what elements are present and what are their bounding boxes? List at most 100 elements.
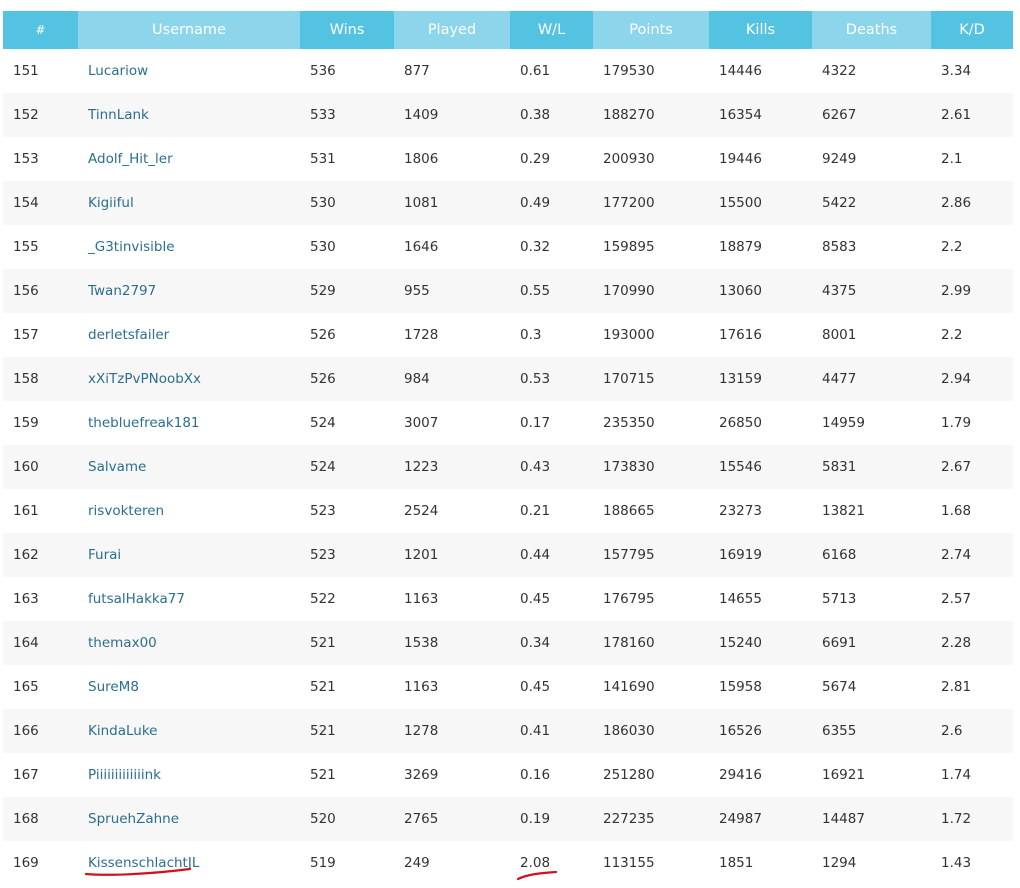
cell-rank: 155 <box>3 225 78 269</box>
username-link[interactable]: SpruehZahne <box>88 811 179 827</box>
col-wins-header[interactable]: Wins <box>300 11 394 49</box>
cell-wl: 0.53 <box>510 357 593 401</box>
cell-wl: 0.41 <box>510 709 593 753</box>
col-played-header[interactable]: Played <box>394 11 510 49</box>
cell-kd: 2.74 <box>931 533 1013 577</box>
cell-rank: 158 <box>3 357 78 401</box>
cell-rank: 162 <box>3 533 78 577</box>
cell-kd: 2.81 <box>931 665 1013 709</box>
username-link[interactable]: Kigiiful <box>88 195 134 211</box>
cell-kd: 3.34 <box>931 49 1013 93</box>
col-wl-header[interactable]: W/L <box>510 11 593 49</box>
cell-deaths: 1294 <box>812 841 931 885</box>
cell-played: 1806 <box>394 137 510 181</box>
cell-rank: 164 <box>3 621 78 665</box>
cell-points: 173830 <box>593 445 709 489</box>
cell-wl: 0.45 <box>510 577 593 621</box>
cell-kills: 15240 <box>709 621 812 665</box>
username-link[interactable]: thebluefreak181 <box>88 415 200 431</box>
cell-kd: 1.74 <box>931 753 1013 797</box>
username-link[interactable]: xXiTzPvPNoobXx <box>88 371 201 387</box>
cell-wl: 0.29 <box>510 137 593 181</box>
cell-deaths: 6267 <box>812 93 931 137</box>
cell-wins: 529 <box>300 269 394 313</box>
username-link[interactable]: Lucariow <box>88 63 148 79</box>
username-link[interactable]: risvokteren <box>88 503 164 519</box>
cell-kills: 24987 <box>709 797 812 841</box>
col-points-header[interactable]: Points <box>593 11 709 49</box>
cell-played: 1409 <box>394 93 510 137</box>
cell-played: 955 <box>394 269 510 313</box>
cell-wins: 521 <box>300 665 394 709</box>
cell-played: 249 <box>394 841 510 885</box>
cell-played: 1201 <box>394 533 510 577</box>
username-link[interactable]: Piiiiiiiiiiiiink <box>88 767 161 783</box>
cell-deaths: 9249 <box>812 137 931 181</box>
cell-wins: 524 <box>300 445 394 489</box>
username-link[interactable]: themax00 <box>88 635 157 651</box>
username-link[interactable]: Furai <box>88 547 121 563</box>
username-link[interactable]: Twan2797 <box>88 283 156 299</box>
cell-points: 113155 <box>593 841 709 885</box>
cell-kills: 17616 <box>709 313 812 357</box>
username-link[interactable]: KindaLuke <box>88 723 157 739</box>
cell-deaths: 4322 <box>812 49 931 93</box>
cell-points: 251280 <box>593 753 709 797</box>
cell-wl: 0.55 <box>510 269 593 313</box>
username-link[interactable]: SureM8 <box>88 679 139 695</box>
cell-deaths: 4477 <box>812 357 931 401</box>
cell-wins: 526 <box>300 313 394 357</box>
cell-deaths: 6691 <box>812 621 931 665</box>
username-link[interactable]: TinnLank <box>88 107 149 123</box>
cell-kills: 19446 <box>709 137 812 181</box>
table-row: 155 _G3tinvisible 530 1646 0.32 159895 18879 85… <box>3 225 1013 269</box>
leaderboard-table: # Username Wins Played W/L Points Kills … <box>3 11 1013 885</box>
username-link[interactable]: KissenschlachtJL <box>88 855 199 871</box>
header-row: # Username Wins Played W/L Points Kills … <box>3 11 1013 49</box>
cell-wl: 0.43 <box>510 445 593 489</box>
cell-kills: 15958 <box>709 665 812 709</box>
table-row: 153 Adolf_Hit_ler 531 1806 0.29 200930 19446 92… <box>3 137 1013 181</box>
table-body: 151 Lucariow 536 877 0.61 179530 14446 4322 3.34… <box>3 49 1013 885</box>
cell-played: 1646 <box>394 225 510 269</box>
col-kd-header[interactable]: K/D <box>931 11 1013 49</box>
cell-kd: 1.79 <box>931 401 1013 445</box>
cell-kills: 14446 <box>709 49 812 93</box>
cell-rank: 167 <box>3 753 78 797</box>
cell-points: 186030 <box>593 709 709 753</box>
col-rank-header[interactable]: # <box>3 11 78 49</box>
cell-username: themax00 <box>78 621 300 665</box>
username-link[interactable]: derletsfailer <box>88 327 169 343</box>
cell-rank: 151 <box>3 49 78 93</box>
cell-points: 177200 <box>593 181 709 225</box>
cell-kills: 23273 <box>709 489 812 533</box>
cell-username: derletsfailer <box>78 313 300 357</box>
cell-deaths: 14487 <box>812 797 931 841</box>
cell-points: 159895 <box>593 225 709 269</box>
cell-kd: 1.72 <box>931 797 1013 841</box>
table-row: 164 themax00 521 1538 0.34 178160 15240 6691 2.2… <box>3 621 1013 665</box>
cell-kd: 2.67 <box>931 445 1013 489</box>
cell-kills: 1851 <box>709 841 812 885</box>
col-kills-header[interactable]: Kills <box>709 11 812 49</box>
cell-rank: 159 <box>3 401 78 445</box>
username-link[interactable]: Salvame <box>88 459 146 475</box>
cell-kills: 16526 <box>709 709 812 753</box>
cell-kd: 2.2 <box>931 313 1013 357</box>
cell-points: 157795 <box>593 533 709 577</box>
cell-kd: 2.2 <box>931 225 1013 269</box>
username-link[interactable]: futsalHakka77 <box>88 591 185 607</box>
cell-wl: 0.16 <box>510 753 593 797</box>
table-header: # Username Wins Played W/L Points Kills … <box>3 11 1013 49</box>
cell-rank: 161 <box>3 489 78 533</box>
col-username-header[interactable]: Username <box>78 11 300 49</box>
col-deaths-header[interactable]: Deaths <box>812 11 931 49</box>
cell-wins: 520 <box>300 797 394 841</box>
table-row: 159 thebluefreak181 524 3007 0.17 235350 26850… <box>3 401 1013 445</box>
username-link[interactable]: Adolf_Hit_ler <box>88 151 173 167</box>
cell-wins: 524 <box>300 401 394 445</box>
cell-username: Salvame <box>78 445 300 489</box>
username-link[interactable]: _G3tinvisible <box>88 239 175 255</box>
table-row: 161 risvokteren 523 2524 0.21 188665 23273 1382… <box>3 489 1013 533</box>
cell-played: 877 <box>394 49 510 93</box>
